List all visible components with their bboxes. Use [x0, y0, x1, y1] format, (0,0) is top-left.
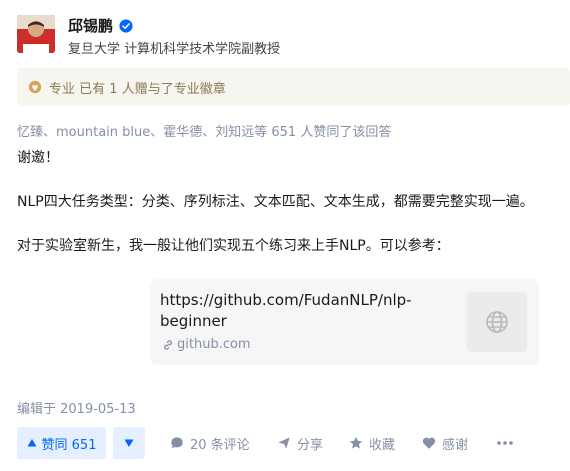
more-button[interactable] [496, 427, 520, 459]
downvote-button[interactable] [113, 427, 145, 459]
link-card-title[interactable]: https://github.com/FudanNLP/nlp-beginner [160, 290, 440, 332]
share-icon [278, 437, 290, 449]
thanks-label: 感谢 [442, 437, 469, 453]
comment-label: 20 条评论 [190, 437, 250, 453]
author-name[interactable]: 邱锡鹏 [68, 15, 113, 36]
voters-text[interactable]: 忆臻、mountain blue、霍华德、刘知远等 651 人赞同了该回答 [17, 121, 391, 140]
author-avatar[interactable] [17, 15, 55, 53]
more-dots-icon [497, 441, 513, 445]
answer-paragraph: 对于实验室新生，我一般让他们实现五个练习来上手NLP。可以参考： [17, 238, 450, 254]
link-card-host: github.com [162, 337, 251, 352]
upvote-button[interactable]: 赞同 651 [17, 427, 106, 459]
author-headline: 复旦大学 计算机科学技术学院副教授 [68, 42, 281, 57]
share-button[interactable]: 分享 [277, 427, 323, 459]
share-label: 分享 [297, 437, 324, 453]
comment-button[interactable]: 20 条评论 [170, 427, 250, 459]
author-name-row: 邱锡鹏 [68, 15, 133, 36]
link-card-thumbnail [467, 292, 527, 352]
collect-label: 收藏 [369, 437, 396, 453]
comment-icon [171, 437, 183, 449]
thanks-button[interactable]: 感谢 [422, 427, 468, 459]
edited-date[interactable]: 编辑于 2019-05-13 [17, 398, 136, 417]
badge-label: 专业 [49, 81, 76, 97]
answer-paragraph: NLP四大任务类型：分类、序列标注、文本匹配、文本生成，都需要完整实现一遍。 [17, 194, 534, 210]
answer-paragraph: 谢邀！ [17, 150, 59, 166]
collect-button[interactable]: 收藏 [349, 427, 395, 459]
triangle-up-icon [27, 439, 37, 447]
heart-icon [422, 437, 436, 449]
badge-bar[interactable]: 专业 已有 1 人赠与了专业徽章 [17, 68, 570, 106]
link-card-host-text: github.com [177, 337, 251, 352]
link-card[interactable]: https://github.com/FudanNLP/nlp-beginner… [150, 279, 539, 365]
badge-icon [28, 80, 42, 94]
verified-icon [119, 18, 133, 33]
star-icon [349, 436, 363, 449]
upvote-label: 赞同 651 [41, 437, 97, 453]
badge-text: 已有 1 人赠与了专业徽章 [79, 81, 226, 97]
link-icon [164, 339, 172, 350]
globe-icon [486, 311, 508, 333]
triangle-down-icon [124, 439, 134, 447]
